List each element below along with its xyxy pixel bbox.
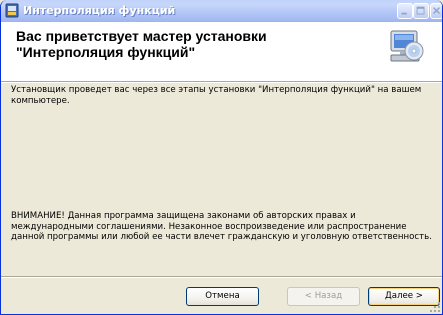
- close-button[interactable]: [430, 3, 442, 19]
- installer-window: Интерполяция функций Вас приветствует ма…: [0, 0, 443, 315]
- footer-divider-highlight: [1, 277, 442, 278]
- maximize-button[interactable]: [413, 3, 429, 19]
- installer-app-icon: [5, 3, 19, 18]
- window-title: Интерполяция функций: [23, 4, 176, 17]
- minimize-icon: [401, 12, 407, 15]
- cancel-button[interactable]: Отмена: [186, 287, 259, 306]
- close-icon: [433, 7, 440, 15]
- computer-cd-icon: [390, 30, 424, 62]
- maximize-icon: [416, 6, 425, 15]
- wizard-title: Вас приветствует мастер установки "Интер…: [16, 28, 267, 60]
- wizard-header: Вас приветствует мастер установки "Интер…: [1, 22, 442, 82]
- minimize-button[interactable]: [397, 3, 413, 19]
- back-button[interactable]: < Назад: [287, 287, 360, 306]
- copyright-warning: ВНИМАНИЕ! Данная программа защищена зако…: [11, 211, 432, 242]
- intro-text: Установщик проведет вас через все этапы …: [11, 85, 422, 106]
- title-bar[interactable]: Интерполяция функций: [1, 0, 442, 22]
- resize-grip-icon[interactable]: [428, 300, 442, 314]
- header-divider: [1, 82, 442, 83]
